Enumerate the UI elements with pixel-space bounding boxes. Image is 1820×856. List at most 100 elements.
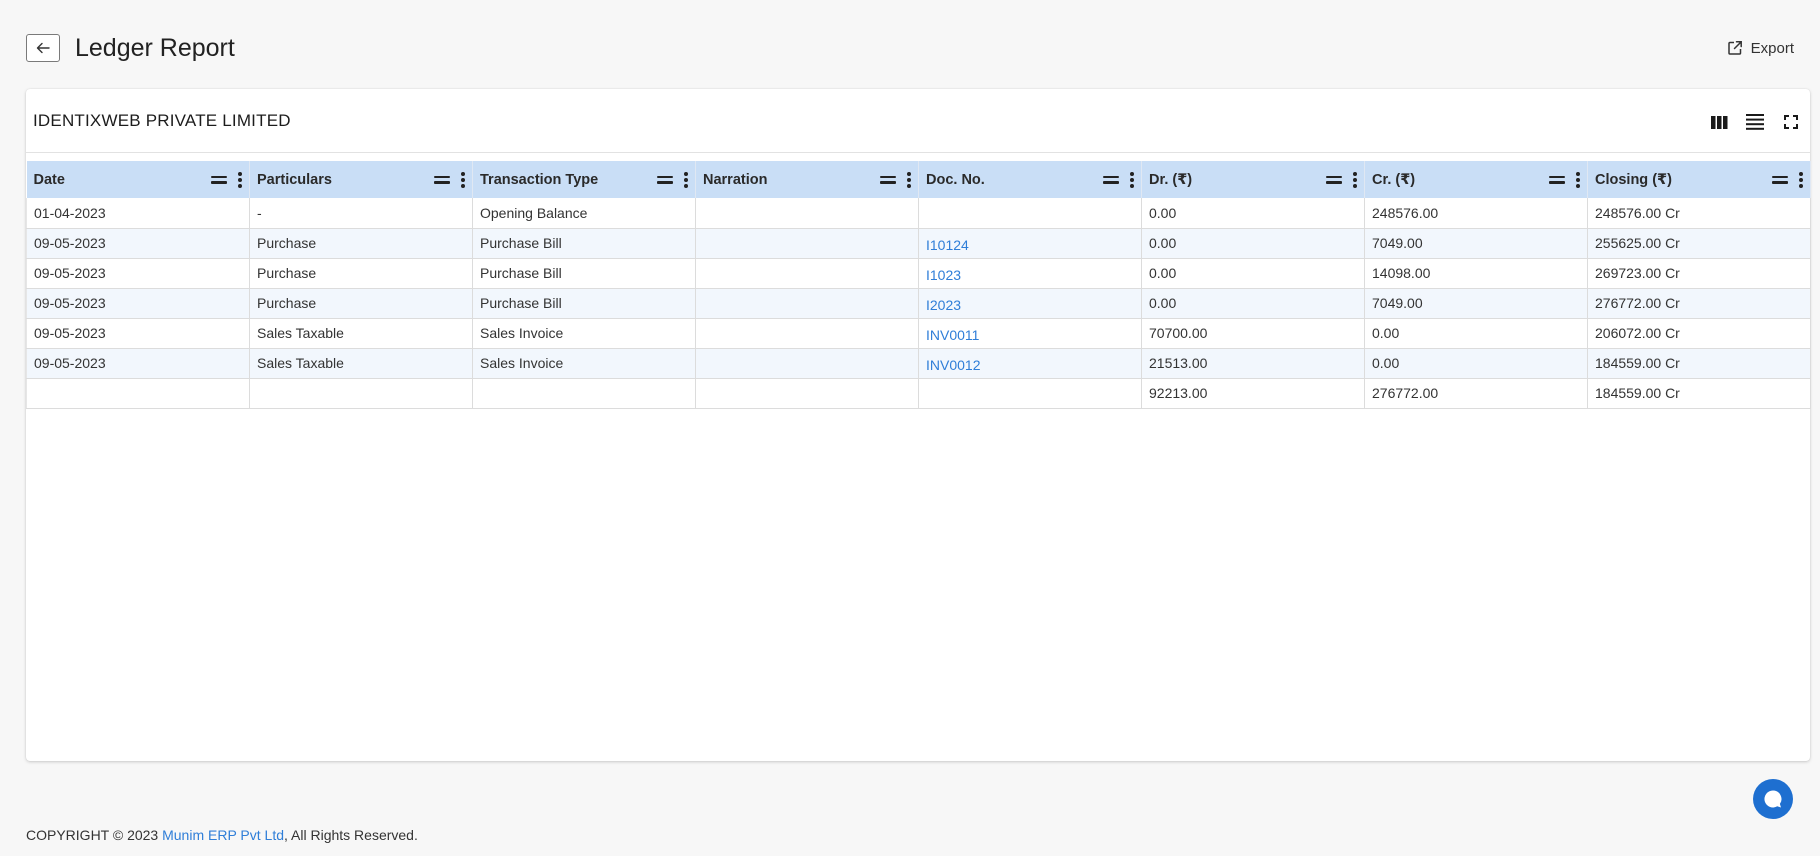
company-name: IDENTIXWEB PRIVATE LIMITED — [33, 111, 291, 130]
cell-doc-no: I1023 — [918, 258, 1142, 289]
cell-particulars: Purchase — [249, 258, 473, 289]
cell-narration — [695, 288, 919, 319]
arrow-left-icon — [36, 42, 50, 54]
density-icon — [1746, 114, 1764, 130]
column-header-particulars[interactable]: Particulars — [249, 161, 473, 198]
back-button[interactable] — [26, 34, 60, 62]
page-header: Ledger Report Export — [26, 30, 1794, 66]
cell-transaction-type: Sales Invoice — [472, 318, 696, 349]
cell-date: 09-05-2023 — [26, 348, 250, 379]
table-row: 01-04-2023 - Opening Balance 0.00 248576… — [26, 198, 1811, 229]
drag-handle-icon[interactable] — [657, 175, 673, 185]
columns-icon — [1710, 115, 1727, 129]
cell-closing: 276772.00 Cr — [1587, 288, 1811, 319]
doc-no-link[interactable]: I10124 — [926, 234, 969, 253]
cell-closing: 248576.00 Cr — [1587, 198, 1811, 229]
cell-transaction-type: Purchase Bill — [472, 288, 696, 319]
cell-closing: 255625.00 Cr — [1587, 228, 1811, 259]
cell-particulars: - — [249, 198, 473, 229]
drag-handle-icon[interactable] — [1772, 175, 1788, 185]
cell-date: 09-05-2023 — [26, 318, 250, 349]
cell-closing: 206072.00 Cr — [1587, 318, 1811, 349]
ledger-table: Date Particulars Transaction Type Narrat… — [26, 161, 1811, 409]
table-header-row: Date Particulars Transaction Type Narrat… — [26, 161, 1811, 198]
cell-debit: 70700.00 — [1141, 318, 1365, 349]
column-menu-icon[interactable] — [1798, 171, 1803, 188]
doc-no-link[interactable]: INV0012 — [926, 354, 980, 373]
cell-debit-total: 92213.00 — [1141, 378, 1365, 409]
cell-closing: 184559.00 Cr — [1587, 348, 1811, 379]
cell-transaction-type: Opening Balance — [472, 198, 696, 229]
cell-particulars — [249, 378, 473, 409]
fullscreen-button[interactable] — [1782, 113, 1800, 131]
cell-particulars: Sales Taxable — [249, 348, 473, 379]
table-row: 09-05-2023 Sales Taxable Sales Invoice I… — [26, 318, 1811, 349]
cell-particulars: Sales Taxable — [249, 318, 473, 349]
cell-debit: 21513.00 — [1141, 348, 1365, 379]
column-menu-icon[interactable] — [1352, 171, 1357, 188]
drag-handle-icon[interactable] — [1549, 175, 1565, 185]
cell-transaction-type: Sales Invoice — [472, 348, 696, 379]
cell-credit: 7049.00 — [1364, 228, 1588, 259]
column-label: Dr. (₹) — [1149, 171, 1193, 188]
cell-doc-no — [918, 198, 1142, 229]
cell-doc-no: INV0012 — [918, 348, 1142, 379]
doc-no-link[interactable]: I2023 — [926, 294, 961, 313]
column-header-debit[interactable]: Dr. (₹) — [1141, 161, 1365, 198]
cell-narration — [695, 198, 919, 229]
rights-text: , All Rights Reserved. — [284, 827, 418, 843]
drag-handle-icon[interactable] — [434, 175, 450, 185]
cell-narration — [695, 258, 919, 289]
totals-row: 92213.00 276772.00 184559.00 Cr — [26, 378, 1811, 409]
export-icon — [1727, 41, 1742, 55]
cell-date: 09-05-2023 — [26, 288, 250, 319]
column-menu-icon[interactable] — [237, 171, 242, 188]
cell-doc-no: I10124 — [918, 228, 1142, 259]
drag-handle-icon[interactable] — [211, 175, 227, 185]
table-row: 09-05-2023 Purchase Purchase Bill I10124… — [26, 228, 1811, 259]
table-tools — [1710, 113, 1800, 131]
column-header-narration[interactable]: Narration — [695, 161, 919, 198]
cell-transaction-type: Purchase Bill — [472, 258, 696, 289]
cell-doc-no: I2023 — [918, 288, 1142, 319]
column-menu-icon[interactable] — [460, 171, 465, 188]
fullscreen-icon — [1784, 115, 1798, 129]
cell-closing-total: 184559.00 Cr — [1587, 378, 1811, 409]
cell-narration — [695, 348, 919, 379]
columns-button[interactable] — [1710, 113, 1728, 131]
column-menu-icon[interactable] — [906, 171, 911, 188]
column-header-credit[interactable]: Cr. (₹) — [1364, 161, 1588, 198]
drag-handle-icon[interactable] — [880, 175, 896, 185]
table-row: 09-05-2023 Sales Taxable Sales Invoice I… — [26, 348, 1811, 379]
column-menu-icon[interactable] — [1129, 171, 1134, 188]
cell-debit: 0.00 — [1141, 288, 1365, 319]
footer: COPYRIGHT © 2023 Munim ERP Pvt Ltd, All … — [26, 827, 418, 843]
column-label: Particulars — [257, 171, 332, 188]
chat-bubble-icon — [1764, 790, 1782, 808]
column-header-closing[interactable]: Closing (₹) — [1587, 161, 1811, 198]
cell-credit: 0.00 — [1364, 348, 1588, 379]
cell-credit: 0.00 — [1364, 318, 1588, 349]
column-header-date[interactable]: Date — [26, 161, 250, 198]
column-menu-icon[interactable] — [683, 171, 688, 188]
density-button[interactable] — [1746, 113, 1764, 131]
drag-handle-icon[interactable] — [1103, 175, 1119, 185]
cell-debit: 0.00 — [1141, 228, 1365, 259]
doc-no-link[interactable]: I1023 — [926, 264, 961, 283]
chat-widget-button[interactable] — [1753, 779, 1793, 819]
cell-particulars: Purchase — [249, 288, 473, 319]
table-row: 09-05-2023 Purchase Purchase Bill I2023 … — [26, 288, 1811, 319]
brand-link[interactable]: Munim ERP Pvt Ltd — [162, 827, 284, 843]
table-row: 09-05-2023 Purchase Purchase Bill I1023 … — [26, 258, 1811, 289]
cell-date: 01-04-2023 — [26, 198, 250, 229]
export-button[interactable]: Export — [1727, 40, 1794, 57]
column-menu-icon[interactable] — [1575, 171, 1580, 188]
cell-date: 09-05-2023 — [26, 228, 250, 259]
column-header-doc-no[interactable]: Doc. No. — [918, 161, 1142, 198]
drag-handle-icon[interactable] — [1326, 175, 1342, 185]
doc-no-link[interactable]: INV0011 — [926, 324, 979, 343]
column-label: Transaction Type — [480, 171, 599, 188]
column-label: Date — [33, 171, 65, 188]
cell-date — [26, 378, 250, 409]
column-header-transaction-type[interactable]: Transaction Type — [472, 161, 696, 198]
